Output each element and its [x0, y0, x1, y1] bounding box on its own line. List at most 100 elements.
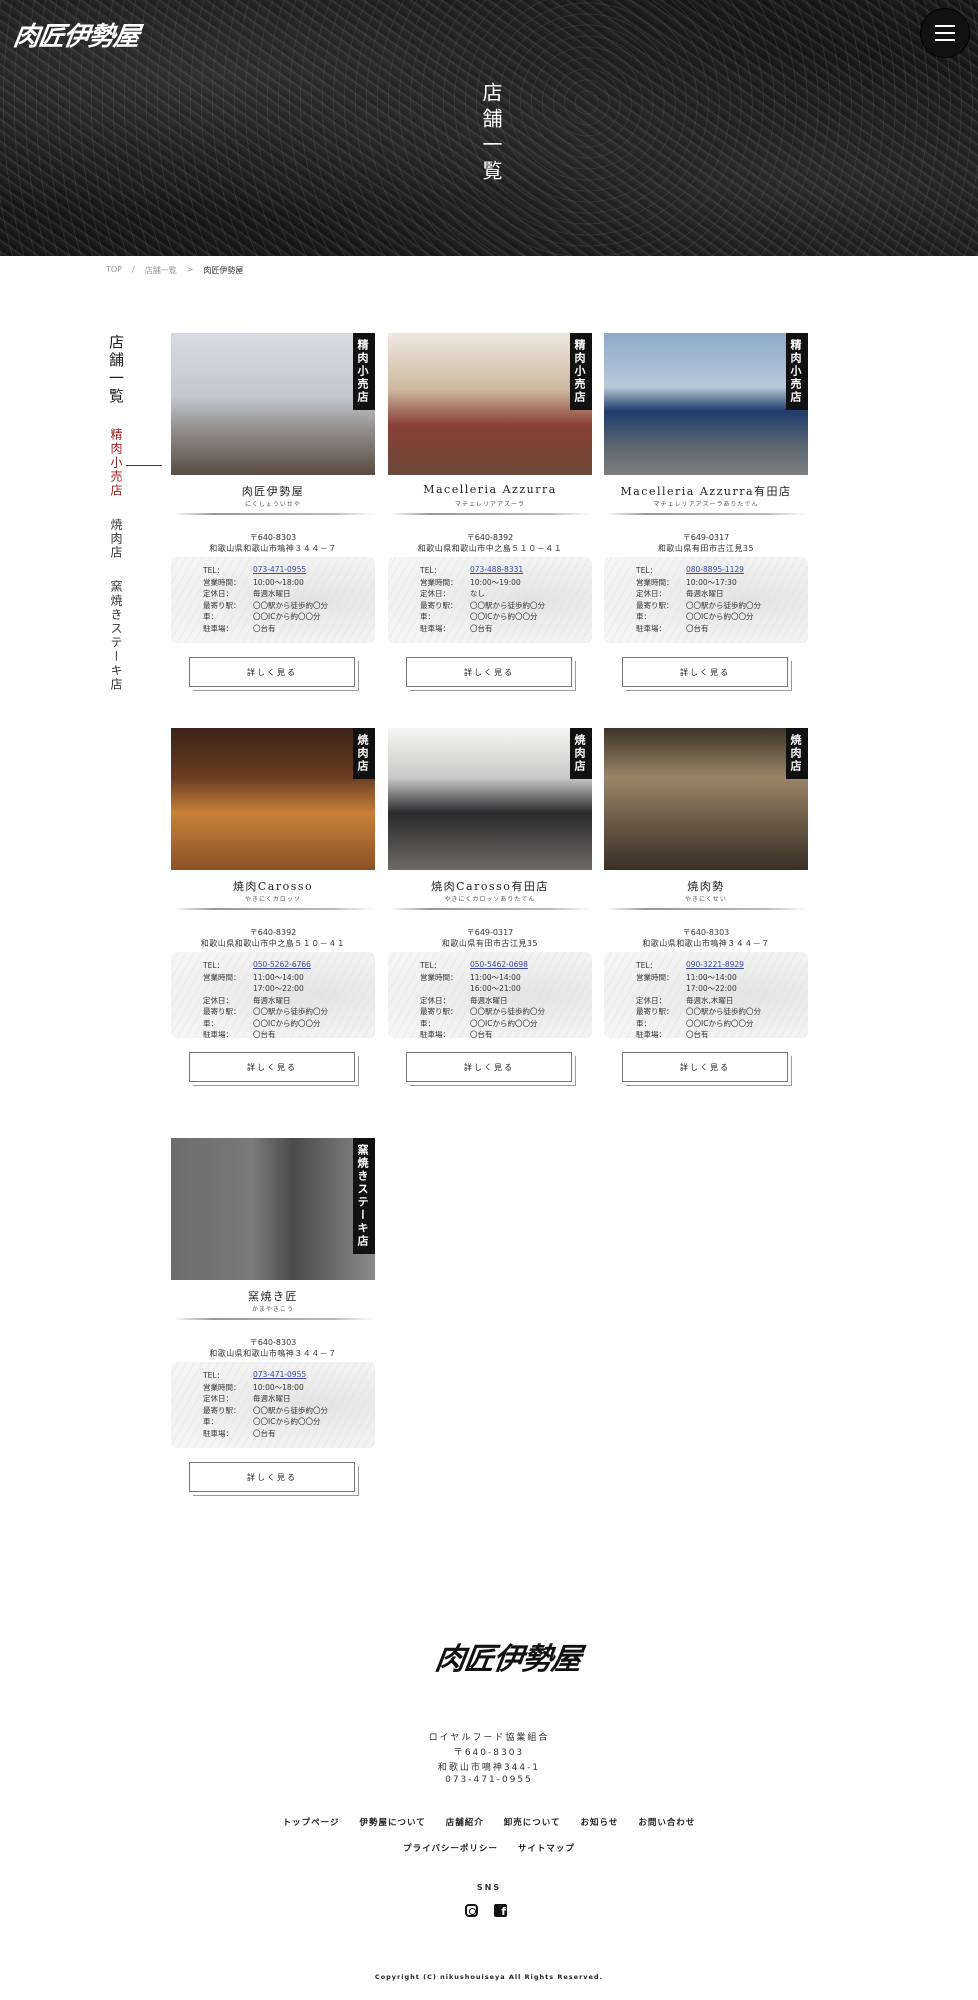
divider	[390, 908, 590, 910]
store-hours-extra: 17:00～22:00	[686, 984, 737, 993]
store-name: 肉匠伊勢屋	[241, 485, 305, 498]
store-hours: 営業時間： 10:00～18:00	[203, 577, 304, 587]
sidenav-item-yakiniku[interactable]: 焼肉店	[108, 518, 125, 560]
store-category-tag: 焼肉店	[786, 728, 808, 779]
store-photo[interactable]: 精肉小売店	[171, 333, 375, 475]
store-station: 最寄り駅： 〇〇駅から徒歩約〇分	[203, 1405, 328, 1415]
store-category-tag: 焼肉店	[353, 728, 375, 779]
store-hours-extra: 17:00～22:00	[253, 984, 304, 993]
store-zip: 〒640-8303	[249, 1338, 297, 1347]
store-zip: 〒640-8392	[249, 928, 297, 937]
store-photo[interactable]: 焼肉店	[388, 728, 592, 870]
store-info-box: TEL： 073-471-0955 営業時間： 10:00～18:00 定休日： 毎週水曜…	[171, 557, 375, 643]
sidenav-active-indicator	[126, 465, 162, 466]
store-kana: マチェレリアアズーラありたでん	[653, 501, 759, 508]
store-zip: 〒640-8303	[682, 928, 730, 937]
breadcrumb-current: 肉匠伊勢屋	[203, 266, 244, 275]
detail-button[interactable]: 詳しく見る	[406, 657, 572, 687]
store-station: 最寄り駅： 〇〇駅から徒歩約〇分	[636, 600, 761, 610]
store-card: 焼肉店 焼肉Carosso やきにくカロッソ 〒640-8392 和歌山県和歌山…	[171, 728, 375, 1088]
store-info-box: TEL： 080-8895-1129 営業時間： 10:00～17:30 定休日： 毎週水…	[604, 557, 808, 643]
detail-button[interactable]: 詳しく見る	[189, 1052, 355, 1082]
store-name: 焼肉Carosso	[232, 880, 314, 893]
store-info-box: TEL： 073-488-8331 営業時間： 10:00～19:00 定休日： なし 最寄…	[388, 557, 592, 643]
instagram-icon[interactable]	[465, 1904, 478, 1917]
footer-nav-primary: トップページ 伊勢屋について 店舗紹介 卸売について お知らせ お問い合わせ	[0, 1816, 978, 1828]
store-station: 最寄り駅： 〇〇駅から徒歩約〇分	[203, 1007, 328, 1016]
store-photo[interactable]: 精肉小売店	[388, 333, 592, 475]
sidenav-item-retail[interactable]: 精肉小売店	[108, 428, 125, 498]
store-category-tag: 窯焼きステーキ店	[353, 1138, 375, 1254]
breadcrumb: TOP / 店舗一覧 > 肉匠伊勢屋	[106, 265, 244, 276]
store-address: 和歌山県和歌山市鳴神３４４－７	[642, 939, 770, 948]
store-parking: 駐車場： 〇台有	[636, 1030, 709, 1038]
store-tel: TEL： 050-5262-6766	[203, 960, 311, 970]
footer-link-wholesale[interactable]: 卸売について	[504, 1816, 561, 1828]
store-zip: 〒649-0317	[682, 533, 730, 542]
footer-link-stores[interactable]: 店舗紹介	[446, 1816, 484, 1828]
footer-tel[interactable]: 073-471-0955	[0, 1775, 978, 1785]
footer-link-sitemap[interactable]: サイトマップ	[518, 1842, 575, 1854]
store-car: 車： 〇〇ICから約〇〇分	[420, 612, 538, 621]
store-hours: 営業時間： 11:00～14:00	[203, 972, 304, 982]
sidenav-item-steak[interactable]: 窯焼きステーキ店	[108, 580, 125, 692]
divider	[173, 513, 373, 515]
store-station: 最寄り駅： 〇〇駅から徒歩約〇分	[420, 600, 545, 610]
store-category-tag: 精肉小売店	[786, 333, 808, 410]
store-photo[interactable]: 焼肉店	[604, 728, 808, 870]
store-hours: 営業時間： 11:00～14:00	[420, 972, 521, 982]
store-hours: 営業時間： 10:00～19:00	[420, 577, 521, 587]
store-info-box: TEL： 050-5462-0698 営業時間： 11:00～14:00 16:00～2…	[388, 952, 592, 1038]
site-logo[interactable]: 肉匠伊勢屋	[11, 16, 141, 53]
sidenav-title: 店舗一覧	[107, 334, 125, 406]
store-parking: 駐車場： 〇台有	[203, 1030, 276, 1038]
store-address: 和歌山県和歌山市中之島５１０－４１	[417, 544, 563, 553]
store-car: 車： 〇〇ICから約〇〇分	[203, 612, 321, 621]
store-photo[interactable]: 精肉小売店	[604, 333, 808, 475]
footer-address: 和歌山市鳴神344-1	[437, 1763, 541, 1773]
store-card: 窯焼きステーキ店 窯焼き匠 かまやきこう 〒640-8303 和歌山県和歌山市鳴…	[171, 1138, 375, 1498]
store-address: 和歌山県和歌山市鳴神３４４－７	[209, 544, 337, 553]
detail-button[interactable]: 詳しく見る	[189, 657, 355, 687]
store-station: 最寄り駅： 〇〇駅から徒歩約〇分	[420, 1007, 545, 1016]
store-info-box: TEL： 073-471-0955 営業時間： 10:00～18:00 定休日： 毎週水曜…	[171, 1362, 375, 1448]
divider	[173, 1318, 373, 1320]
store-parking: 駐車場： 〇台有	[420, 623, 493, 633]
store-kana: にくしょういせや	[245, 501, 301, 508]
store-tel: TEL： 050-5462-0698	[420, 960, 528, 970]
store-name: 窯焼き匠	[248, 1290, 298, 1303]
detail-button[interactable]: 詳しく見る	[622, 1052, 788, 1082]
detail-button[interactable]: 詳しく見る	[622, 657, 788, 687]
footer-link-top[interactable]: トップページ	[283, 1816, 340, 1828]
store-parking: 駐車場： 〇台有	[636, 623, 709, 633]
store-tel: TEL： 090-3221-8929	[636, 960, 744, 970]
store-parking: 駐車場： 〇台有	[203, 1428, 276, 1438]
footer-link-news[interactable]: お知らせ	[581, 1816, 619, 1828]
breadcrumb-top[interactable]: TOP	[106, 265, 122, 276]
store-category-tag: 焼肉店	[570, 728, 592, 779]
detail-button[interactable]: 詳しく見る	[189, 1462, 355, 1492]
hero-banner: 肉匠伊勢屋 店舗一覧	[0, 0, 978, 256]
footer-link-contact[interactable]: お問い合わせ	[638, 1816, 695, 1828]
divider	[390, 513, 590, 515]
store-station: 最寄り駅： 〇〇駅から徒歩約〇分	[636, 1007, 761, 1016]
store-card: 精肉小売店 Macelleria Azzurra有田店 マチェレリアアズーラあり…	[604, 333, 808, 693]
store-card: 精肉小売店 Macelleria Azzurra マチェレリアアズーラ 〒640…	[388, 333, 592, 693]
footer-link-about[interactable]: 伊勢屋について	[359, 1816, 425, 1828]
store-car: 車： 〇〇ICから約〇〇分	[636, 612, 754, 621]
breadcrumb-store-list[interactable]: 店舗一覧	[145, 265, 177, 276]
hamburger-icon[interactable]	[920, 8, 970, 58]
footer-nav-secondary: プライバシーポリシー サイトマップ	[0, 1842, 978, 1854]
detail-button[interactable]: 詳しく見る	[406, 1052, 572, 1082]
footer-link-privacy[interactable]: プライバシーポリシー	[403, 1842, 498, 1854]
store-closed: 定休日： 毎週水曜日	[636, 589, 724, 598]
store-card: 焼肉店 焼肉勢 やきにくせい 〒640-8303 和歌山県和歌山市鳴神３４４－７…	[604, 728, 808, 1088]
store-photo[interactable]: 窯焼きステーキ店	[171, 1138, 375, 1280]
facebook-icon[interactable]: f	[494, 1904, 507, 1917]
store-name: Macelleria Azzurra有田店	[620, 485, 792, 498]
footer-logo[interactable]: 肉匠伊勢屋	[433, 1634, 584, 1678]
store-tel: TEL： 073-471-0955	[203, 1370, 307, 1380]
store-photo[interactable]: 焼肉店	[171, 728, 375, 870]
store-card: 焼肉店 焼肉Carosso有田店 やきにくカロッソありたでん 〒649-0317…	[388, 728, 592, 1088]
store-closed: 定休日： 毎週水曜日	[203, 995, 291, 1005]
